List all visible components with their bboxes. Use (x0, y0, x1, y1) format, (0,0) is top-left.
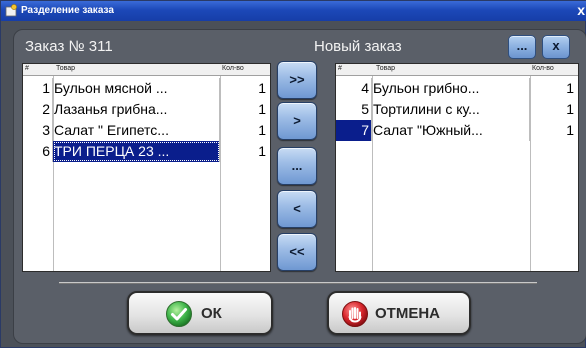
row-num: 6 (23, 141, 53, 162)
footer-divider (59, 282, 537, 284)
move-all-left-button[interactable]: << (277, 233, 317, 271)
transfer-options-button[interactable]: ... (277, 147, 317, 185)
row-qty: 1 (566, 80, 574, 96)
app-icon (5, 4, 17, 17)
stop-hand-icon (342, 301, 368, 327)
column-header-name: Товар (56, 65, 76, 72)
row-num: 7 (336, 120, 372, 141)
cancel-button[interactable]: ОТМЕНА (327, 291, 471, 335)
row-name: Бульон грибно... (372, 78, 530, 99)
move-one-right-button[interactable]: > (277, 102, 317, 140)
table-row[interactable]: 3 Салат " Египетс... 1 (23, 120, 270, 141)
row-num: 1 (23, 78, 53, 99)
row-num: 2 (23, 99, 53, 120)
ok-button-label: ОК (201, 305, 222, 322)
new-order-title: Новый заказ (314, 38, 402, 55)
table-row[interactable]: 1 Бульон мясной ... 1 (23, 78, 270, 99)
row-qty: 1 (258, 143, 266, 159)
new-order-grid[interactable]: # Товар Кол-во 4 Бульон грибно... 1 5 То… (335, 63, 579, 272)
row-num: 3 (23, 120, 53, 141)
check-icon (166, 301, 192, 327)
table-row[interactable]: 5 Тортилини с ку... 1 (336, 99, 578, 120)
ok-button[interactable]: ОК (127, 291, 273, 335)
row-name: ТРИ ПЕРЦА 23 ... (53, 141, 220, 162)
table-row[interactable]: 4 Бульон грибно... 1 (336, 78, 578, 99)
column-header-num: # (338, 65, 342, 72)
close-button[interactable]: x (542, 35, 570, 59)
row-num: 4 (336, 78, 372, 99)
grid-header: # Товар Кол-во (336, 64, 578, 76)
row-qty: 1 (566, 101, 574, 117)
row-name: Бульон мясной ... (53, 78, 220, 99)
source-order-title: Заказ № 311 (25, 38, 113, 55)
grid-header: # Товар Кол-во (23, 64, 270, 76)
cancel-button-label: ОТМЕНА (375, 305, 440, 322)
title-bar: Разделение заказа x (1, 1, 586, 21)
row-name: Салат " Египетс... (53, 120, 220, 141)
source-order-grid[interactable]: # Товар Кол-во 1 Бульон мясной ... 1 2 Л… (22, 63, 271, 272)
row-name: Тортилини с ку... (372, 99, 530, 120)
row-qty: 1 (566, 122, 574, 138)
column-header-name: Товар (376, 65, 396, 72)
column-header-qty: Кол-во (222, 65, 244, 72)
table-row[interactable]: 2 Лазанья грибна... 1 (23, 99, 270, 120)
row-name: Лазанья грибна... (53, 99, 220, 120)
column-header-num: # (25, 65, 29, 72)
row-num: 5 (336, 99, 372, 120)
window-title: Разделение заказа (21, 5, 114, 16)
row-qty: 1 (258, 101, 266, 117)
row-qty: 1 (258, 80, 266, 96)
move-one-left-button[interactable]: < (277, 190, 317, 228)
table-row-selected[interactable]: 7 Салат "Южный... 1 (336, 120, 578, 141)
split-order-window: Разделение заказа x Заказ № 311 Новый за… (0, 0, 586, 348)
row-name: Салат "Южный... (372, 120, 530, 141)
column-header-qty: Кол-во (532, 65, 554, 72)
move-all-right-button[interactable]: >> (277, 61, 317, 99)
table-row-selected[interactable]: 6 ТРИ ПЕРЦА 23 ... 1 (23, 141, 270, 162)
window-close-button[interactable]: x (577, 2, 585, 18)
options-button[interactable]: ... (508, 35, 536, 59)
row-qty: 1 (258, 122, 266, 138)
